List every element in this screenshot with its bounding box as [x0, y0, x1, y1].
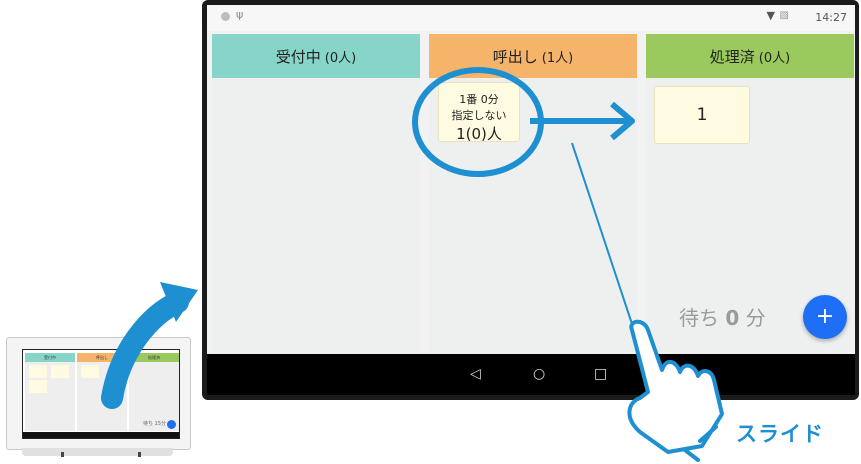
- drag-line: [571, 142, 634, 328]
- curved-arrow: [101, 291, 189, 409]
- annotation-overlay: [101, 67, 724, 462]
- slide-label: スライド: [736, 422, 824, 446]
- hand-icon: [627, 319, 724, 462]
- highlight-circle: [412, 67, 544, 177]
